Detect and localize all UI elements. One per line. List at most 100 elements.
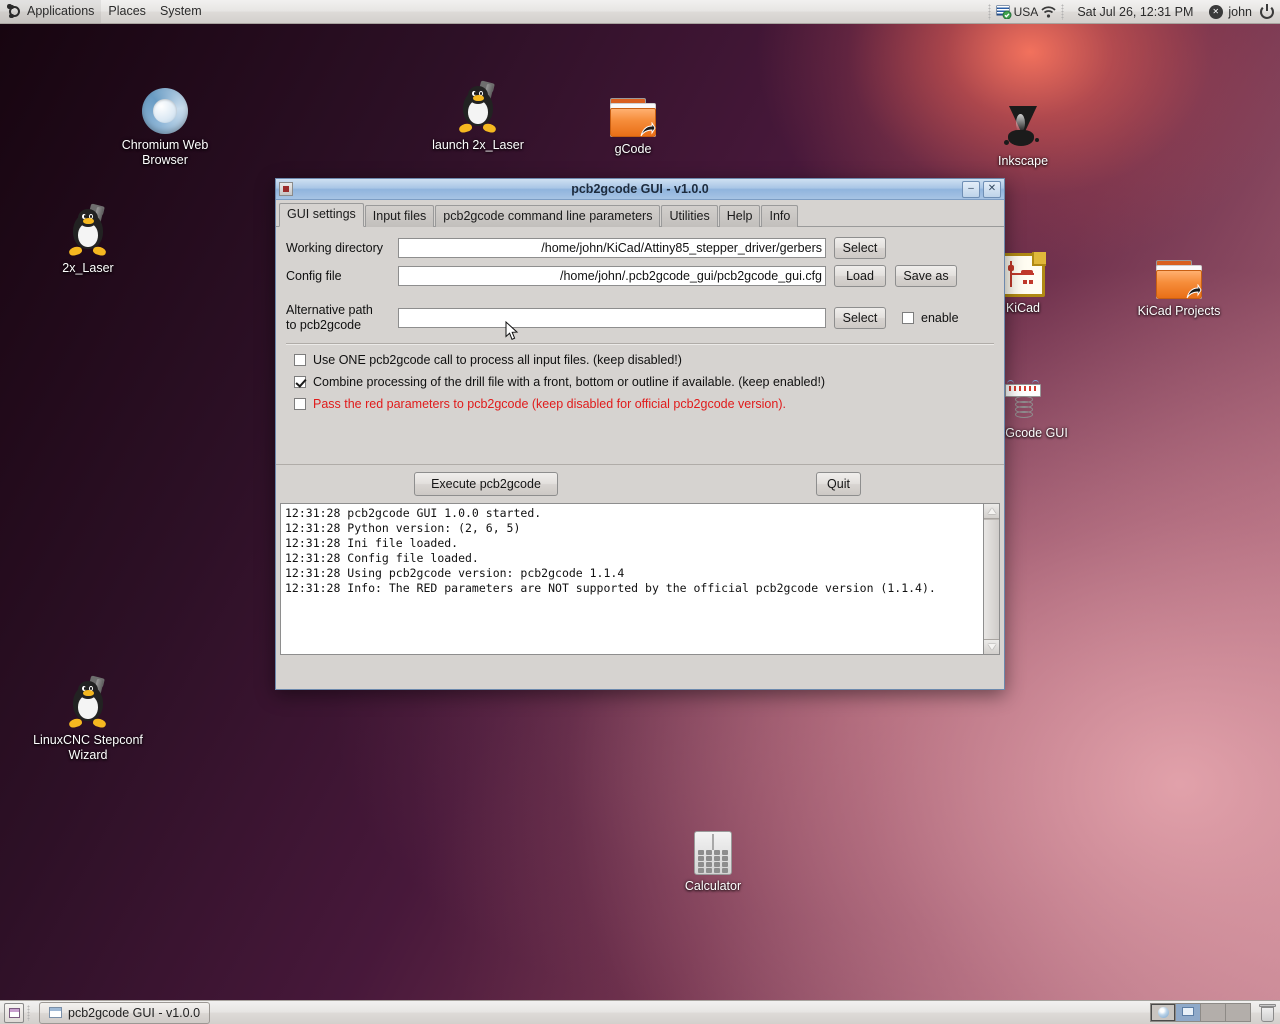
window-icon bbox=[49, 1007, 62, 1018]
desktop-icon-label: Inkscape bbox=[997, 154, 1049, 168]
working-directory-label: Working directory bbox=[286, 241, 384, 255]
tab-bar: GUI settings Input files pcb2gcode command… bbox=[276, 200, 1004, 227]
places-menu-label: Places bbox=[108, 4, 146, 18]
kicad-icon bbox=[1001, 252, 1046, 297]
folder-shortcut-icon bbox=[1155, 260, 1203, 300]
workspace-1[interactable] bbox=[1151, 1004, 1176, 1021]
options-checkbox-list: Use ONE pcb2gcode call to process all in… bbox=[286, 353, 994, 411]
desktop-icon-label: launch 2x_Laser bbox=[432, 138, 524, 152]
show-desktop-icon[interactable] bbox=[4, 1002, 24, 1023]
action-bar: Execute pcb2gcode Quit bbox=[276, 464, 1004, 503]
working-directory-input[interactable] bbox=[398, 238, 826, 258]
alternative-path-enable-checkbox[interactable] bbox=[902, 312, 914, 324]
alternative-path-select-button[interactable]: Select bbox=[834, 307, 886, 329]
gui-settings-panel: Working directory Select Config file Loa… bbox=[276, 227, 1004, 464]
desktop-icon-label: Chromium Web Browser bbox=[121, 138, 209, 167]
desktop-icon-inkscape[interactable]: Inkscape bbox=[968, 98, 1078, 169]
option-row-2[interactable]: Pass the red parameters to pcb2gcode (ke… bbox=[294, 397, 994, 411]
scroll-down-arrow-icon[interactable] bbox=[984, 639, 999, 654]
log-output-area[interactable]: 12:31:28 pcb2gcode GUI 1.0.0 started. 12… bbox=[280, 503, 1000, 655]
working-directory-select-button[interactable]: Select bbox=[834, 237, 886, 259]
config-file-load-button[interactable]: Load bbox=[834, 265, 886, 287]
alternative-path-input[interactable] bbox=[398, 308, 826, 328]
tab-info[interactable]: Info bbox=[761, 205, 799, 227]
window-title: pcb2gcode GUI - v1.0.0 bbox=[571, 182, 709, 196]
log-text: 12:31:28 pcb2gcode GUI 1.0.0 started. 12… bbox=[285, 506, 936, 595]
tux-icon bbox=[66, 203, 110, 257]
option-checkbox-2[interactable] bbox=[294, 398, 306, 410]
chromium-icon bbox=[110, 82, 220, 134]
tux-icon bbox=[33, 675, 143, 729]
window-titlebar[interactable]: pcb2gcode GUI - v1.0.0 – ✕ bbox=[276, 179, 1004, 200]
wifi-icon[interactable] bbox=[1040, 5, 1056, 18]
config-file-save-as-button[interactable]: Save as bbox=[895, 265, 957, 287]
system-menu-label: System bbox=[159, 4, 202, 18]
calculator-icon bbox=[658, 823, 768, 875]
tab-utilities[interactable]: Utilities bbox=[661, 205, 718, 227]
alternative-path-label: Alternative path to pcb2gcode bbox=[286, 303, 398, 333]
desktop-icon-gcode[interactable]: gCode bbox=[578, 86, 688, 157]
quit-button[interactable]: Quit bbox=[816, 472, 861, 496]
desktop-icon-label: Calculator bbox=[684, 879, 742, 893]
option-label-1: Combine processing of the drill file wit… bbox=[313, 375, 826, 389]
desktop-icon-label: KiCad Projects bbox=[1137, 304, 1221, 318]
user-name-label: john bbox=[1228, 4, 1252, 19]
desktop-icon-kicad-projects[interactable]: KiCad Projects bbox=[1124, 248, 1234, 319]
panel-separator-2 bbox=[1061, 3, 1065, 20]
taskbar-item-pcb2gcode[interactable]: pcb2gcode GUI - v1.0.0 bbox=[39, 1001, 211, 1024]
clock[interactable]: Sat Jul 26, 12:31 PM bbox=[1069, 5, 1201, 19]
desktop-icon-chromium-web-browser[interactable]: Chromium Web Browser bbox=[110, 82, 220, 168]
system-menu[interactable]: System bbox=[153, 0, 209, 23]
panel-separator bbox=[987, 3, 991, 20]
option-row-0[interactable]: Use ONE pcb2gcode call to process all in… bbox=[294, 353, 994, 367]
option-label-0: Use ONE pcb2gcode call to process all in… bbox=[313, 353, 682, 367]
option-checkbox-0[interactable] bbox=[294, 354, 306, 366]
tab-help[interactable]: Help bbox=[718, 205, 761, 227]
tab-input-files[interactable]: Input files bbox=[364, 205, 435, 227]
desktop-icon-calculator[interactable]: Calculator bbox=[658, 823, 768, 894]
desktop-icon-label: LinuxCNC Stepconf Wizard bbox=[33, 733, 143, 762]
calculator-icon bbox=[694, 831, 732, 875]
log-scrollbar[interactable] bbox=[983, 504, 999, 654]
close-button[interactable]: ✕ bbox=[983, 180, 1001, 198]
user-avatar-icon bbox=[1209, 4, 1224, 19]
user-menu[interactable]: john bbox=[1203, 4, 1258, 19]
desktop-icon-linuxcnc-stepconf-wizard[interactable]: LinuxCNC Stepconf Wizard bbox=[33, 675, 143, 763]
keyboard-layout-label[interactable]: USA bbox=[1014, 5, 1039, 19]
taskbar-item-label: pcb2gcode GUI - v1.0.0 bbox=[68, 1005, 201, 1020]
alternative-path-label-line2: to pcb2gcode bbox=[286, 318, 362, 332]
places-menu[interactable]: Places bbox=[101, 0, 153, 23]
workspace-3[interactable] bbox=[1201, 1004, 1226, 1021]
app-icon[interactable] bbox=[279, 182, 293, 196]
trash-icon[interactable] bbox=[1259, 1003, 1276, 1022]
folder-shortcut-icon bbox=[609, 98, 657, 138]
applications-menu[interactable]: Applications bbox=[0, 0, 102, 23]
alternative-path-label-line1: Alternative path bbox=[286, 303, 373, 317]
alternative-path-row: Alternative path to pcb2gcode Select ena… bbox=[286, 303, 994, 333]
workspace-4[interactable] bbox=[1226, 1004, 1250, 1021]
desktop-icon-label: gCode bbox=[614, 142, 652, 156]
config-file-input[interactable] bbox=[398, 266, 826, 286]
window-body: GUI settings Input files pcb2gcode command… bbox=[276, 200, 1004, 655]
option-checkbox-1[interactable] bbox=[294, 376, 306, 388]
option-label-2: Pass the red parameters to pcb2gcode (ke… bbox=[313, 397, 786, 411]
pcb2gcode-gui-window[interactable]: pcb2gcode GUI - v1.0.0 – ✕ GUI settings I… bbox=[275, 178, 1005, 690]
workspace-2[interactable] bbox=[1176, 1004, 1201, 1021]
section-divider bbox=[286, 343, 994, 345]
option-row-1[interactable]: Combine processing of the drill file wit… bbox=[294, 375, 994, 389]
tab-gui-settings[interactable]: GUI settings bbox=[279, 203, 364, 227]
desktop-icon-2x-laser[interactable]: 2x_Laser bbox=[33, 203, 143, 276]
execute-pcb2gcode-button[interactable]: Execute pcb2gcode bbox=[414, 472, 558, 496]
tux-icon bbox=[33, 203, 143, 257]
workspace-switcher[interactable] bbox=[1150, 1003, 1251, 1022]
scrollbar-thumb[interactable] bbox=[984, 519, 999, 639]
tab-pcb2gcode-command-line-parameters[interactable]: pcb2gcode command line parameters bbox=[435, 205, 661, 227]
keyboard-flag-icon[interactable] bbox=[996, 5, 1012, 19]
scroll-up-arrow-icon[interactable] bbox=[984, 504, 999, 519]
inkscape-icon bbox=[968, 98, 1078, 150]
power-icon[interactable] bbox=[1260, 3, 1274, 19]
desktop-icon-launch-2x-laser[interactable]: launch 2x_Laser bbox=[423, 80, 533, 153]
folder-shortcut-icon bbox=[578, 86, 688, 138]
tux-icon bbox=[456, 80, 500, 134]
minimize-button[interactable]: – bbox=[962, 180, 980, 198]
